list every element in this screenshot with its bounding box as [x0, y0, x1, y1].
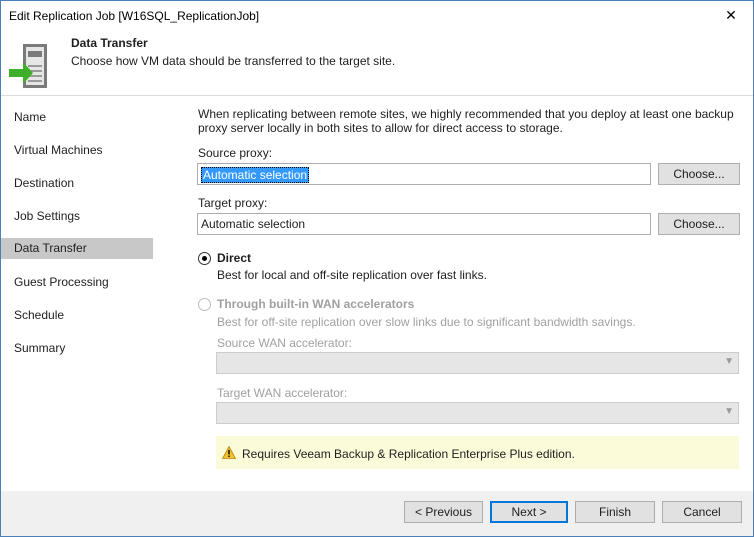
target-proxy-value: Automatic selection — [201, 217, 306, 231]
target-wan-label: Target WAN accelerator: — [217, 386, 348, 400]
edition-warning: Requires Veeam Backup & Replication Ente… — [216, 436, 739, 469]
source-proxy-choose-button[interactable]: Choose... — [658, 163, 740, 185]
step-data-transfer[interactable]: Data Transfer — [1, 238, 153, 259]
target-proxy-choose-button[interactable]: Choose... — [658, 213, 740, 235]
wan-option-description: Best for off-site replication over slow … — [217, 315, 636, 329]
intro-line-1: When replicating between remote sites, w… — [198, 107, 734, 121]
intro-text: When replicating between remote sites, w… — [198, 107, 743, 135]
target-proxy-label: Target proxy: — [198, 196, 268, 210]
edit-replication-job-dialog: Edit Replication Job [W16SQL_Replication… — [0, 0, 754, 537]
chevron-down-icon: ▼ — [724, 406, 734, 417]
step-guest-processing[interactable]: Guest Processing — [1, 272, 153, 293]
chevron-down-icon: ▼ — [724, 356, 734, 367]
close-button[interactable]: ✕ — [719, 4, 743, 26]
source-proxy-value: Automatic selection — [201, 167, 310, 183]
source-wan-label: Source WAN accelerator: — [217, 336, 352, 350]
close-icon: ✕ — [725, 7, 737, 23]
direct-option-description: Best for local and off-site replication … — [217, 268, 487, 282]
cancel-button[interactable]: Cancel — [662, 501, 742, 523]
data-transfer-icon — [9, 44, 47, 88]
source-proxy-label: Source proxy: — [198, 146, 273, 160]
step-name[interactable]: Name — [1, 107, 153, 128]
finish-button[interactable]: Finish — [575, 501, 655, 523]
direct-radio[interactable] — [198, 252, 211, 265]
step-schedule[interactable]: Schedule — [1, 305, 153, 326]
step-summary[interactable]: Summary — [1, 338, 153, 359]
step-virtual-machines[interactable]: Virtual Machines — [1, 140, 153, 161]
next-button[interactable]: Next > — [490, 501, 568, 523]
wizard-footer: < Previous Next > Finish Cancel — [1, 491, 753, 536]
page-description: Choose how VM data should be transferred… — [71, 54, 396, 68]
previous-button[interactable]: < Previous — [404, 501, 483, 523]
wizard-steps: Name Virtual Machines Destination Job Se… — [1, 96, 181, 491]
data-transfer-panel: When replicating between remote sites, w… — [181, 96, 753, 491]
step-job-settings[interactable]: Job Settings — [1, 206, 153, 227]
wan-accelerators-radio[interactable] — [198, 298, 211, 311]
warning-text: Requires Veeam Backup & Replication Ente… — [242, 447, 575, 461]
intro-line-2: proxy server locally in both sites to al… — [198, 121, 563, 135]
source-proxy-field[interactable]: Automatic selection — [197, 163, 651, 185]
direct-option-title: Direct — [217, 251, 252, 265]
target-wan-select[interactable]: ▼ — [216, 402, 739, 424]
wan-option-title: Through built-in WAN accelerators — [217, 297, 415, 311]
radio-selected-dot — [202, 256, 207, 261]
window-title: Edit Replication Job [W16SQL_Replication… — [9, 9, 260, 23]
source-wan-select[interactable]: ▼ — [216, 352, 739, 374]
title-bar[interactable]: Edit Replication Job [W16SQL_Replication… — [1, 1, 753, 31]
page-title: Data Transfer — [71, 36, 148, 50]
target-proxy-field[interactable]: Automatic selection — [197, 213, 651, 235]
wizard-header: Data Transfer Choose how VM data should … — [1, 31, 753, 96]
step-destination[interactable]: Destination — [1, 173, 153, 194]
warning-icon — [222, 446, 236, 459]
